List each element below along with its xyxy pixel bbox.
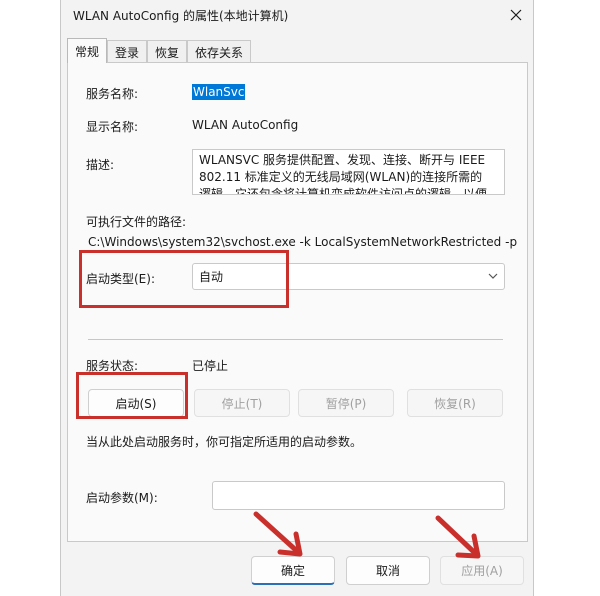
startup-type-select[interactable]: 自动 — [192, 263, 505, 290]
service-name-text: WlanSvc — [192, 84, 246, 100]
tab-strip: 常规 登录 恢复 依存关系 — [67, 38, 252, 63]
tab-general[interactable]: 常规 — [67, 38, 108, 63]
properties-dialog: WLAN AutoConfig 的属性(本地计算机) 常规 登录 恢复 依存关系… — [60, 0, 534, 596]
start-button[interactable]: 启动(S) — [88, 389, 184, 417]
tab-logon[interactable]: 登录 — [107, 40, 148, 63]
cancel-button[interactable]: 取消 — [346, 556, 430, 585]
service-status-value: 已停止 — [192, 359, 229, 373]
stop-button[interactable]: 停止(T) — [194, 389, 290, 417]
service-name-label: 服务名称: — [86, 87, 139, 101]
description-label: 描述: — [86, 158, 115, 172]
display-name-label: 显示名称: — [86, 120, 139, 134]
description-line: 802.11 标准定义的无线局域网(WLAN)的连接所需的 — [199, 170, 483, 184]
description-line: 逻辑。它还包含将计算机变成软件访问点的逻辑，以便 — [199, 187, 488, 195]
tab-recovery[interactable]: 恢复 — [147, 40, 188, 63]
resume-button[interactable]: 恢复(R) — [407, 389, 503, 417]
service-name-value[interactable]: WlanSvc — [192, 84, 246, 100]
tab-dependencies[interactable]: 依存关系 — [187, 40, 252, 63]
general-panel: 服务名称: WlanSvc 显示名称: WLAN AutoConfig 描述: … — [67, 62, 528, 542]
pause-button[interactable]: 暂停(P) — [298, 389, 394, 417]
startup-type-label: 启动类型(E): — [86, 272, 155, 286]
start-params-input[interactable] — [212, 481, 505, 510]
window-title: WLAN AutoConfig 的属性(本地计算机) — [73, 9, 289, 23]
close-button[interactable] — [499, 0, 533, 30]
exe-path-value: C:\Windows\system32\svchost.exe -k Local… — [88, 235, 518, 249]
description-box[interactable]: WLANSVC 服务提供配置、发现、连接、断开与 IEEE 802.11 标准定… — [192, 149, 505, 195]
title-bar: WLAN AutoConfig 的属性(本地计算机) — [61, 0, 533, 30]
close-icon — [510, 9, 522, 21]
chevron-down-icon — [486, 268, 500, 287]
apply-button[interactable]: 应用(A) — [440, 556, 524, 585]
start-params-label: 启动参数(M): — [86, 491, 158, 505]
ok-button[interactable]: 确定 — [251, 556, 335, 585]
start-params-hint: 当从此处启动服务时，你可指定所适用的启动参数。 — [86, 435, 363, 449]
divider — [88, 339, 503, 340]
startup-type-value: 自动 — [199, 270, 224, 284]
exe-path-label: 可执行文件的路径: — [86, 215, 187, 229]
display-name-value: WLAN AutoConfig — [192, 118, 299, 132]
description-line: WLANSVC 服务提供配置、发现、连接、断开与 IEEE — [199, 153, 486, 167]
service-status-label: 服务状态: — [86, 359, 139, 373]
